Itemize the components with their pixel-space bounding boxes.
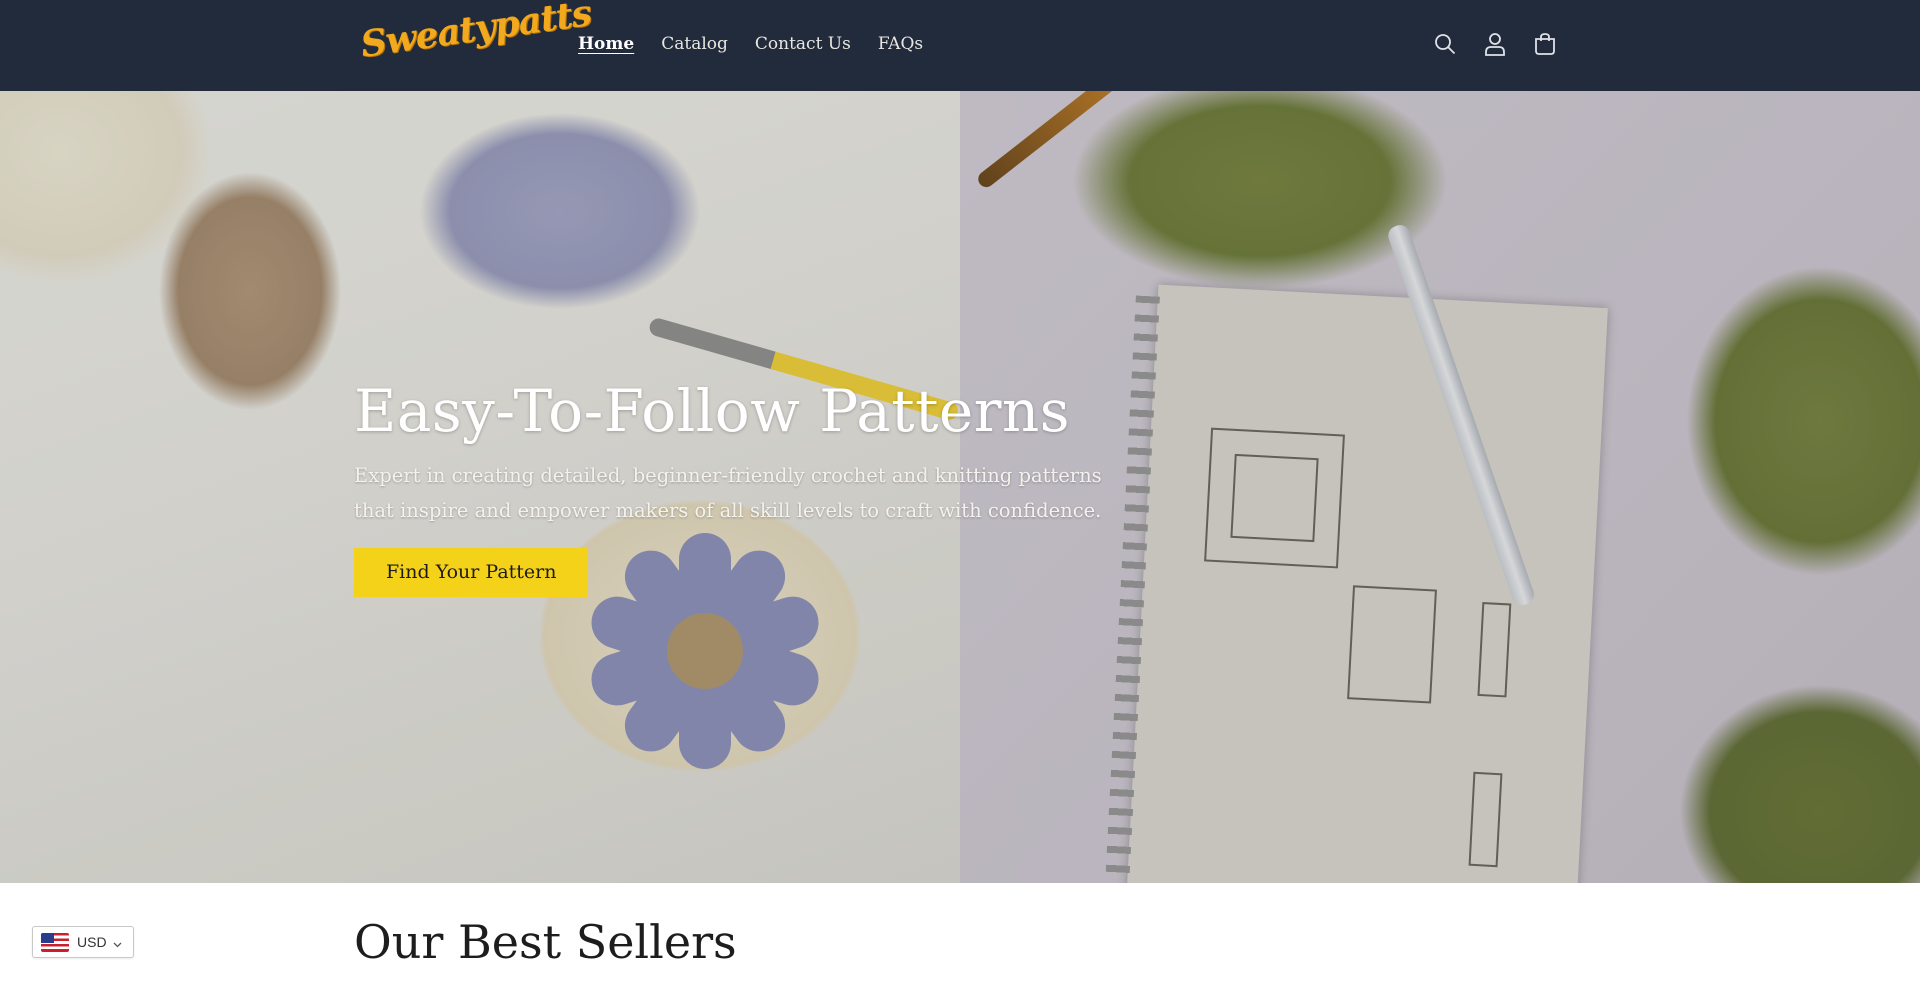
currency-label: USD: [77, 934, 107, 950]
hero-title: Easy-To-Follow Patterns: [354, 377, 1071, 445]
hero-description: Expert in creating detailed, beginner-fr…: [354, 464, 1102, 522]
header-actions: [1432, 28, 1558, 60]
nav-catalog-link[interactable]: Catalog: [661, 30, 728, 58]
nav-faqs-link[interactable]: FAQs: [878, 30, 923, 58]
chevron-down-icon: [113, 933, 122, 952]
site-logo[interactable]: Sweatypatts: [357, 0, 593, 72]
site-header: Sweatypatts Home Catalog Contact Us FAQs: [0, 0, 1920, 91]
find-your-pattern-button[interactable]: Find Your Pattern: [354, 548, 589, 597]
nav-home-link[interactable]: Home: [578, 30, 634, 58]
best-sellers-title: Our Best Sellers: [354, 915, 737, 969]
main-nav: Home Catalog Contact Us FAQs: [578, 30, 950, 58]
currency-selector[interactable]: USD: [32, 926, 134, 958]
nav-contact-link[interactable]: Contact Us: [755, 30, 851, 58]
hero-content: Easy-To-Follow Patterns Expert in creati…: [354, 376, 1154, 597]
account-icon[interactable]: [1482, 28, 1508, 60]
hero-banner: Easy-To-Follow Patterns Expert in creati…: [0, 91, 1920, 883]
search-icon[interactable]: [1432, 28, 1458, 60]
us-flag-icon: [41, 932, 69, 952]
cart-icon[interactable]: [1532, 28, 1558, 60]
